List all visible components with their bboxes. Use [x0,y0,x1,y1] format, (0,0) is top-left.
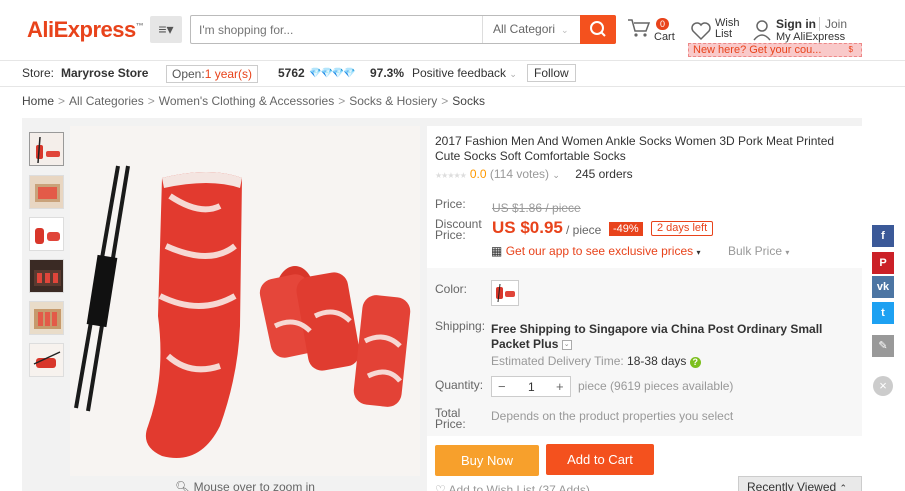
total-price-value: Depends on the product properties you se… [491,409,734,423]
rating-row: ★★★★★ 0.0 (114 votes) ⌄ 245 orders [435,167,633,181]
breadcrumb-womens-clothing[interactable]: Women's Clothing & Accessories [159,94,334,108]
caret-down-icon: ▾ [785,248,790,257]
price-unit: / piece [566,223,602,237]
total-price-label: Total Price: [435,406,466,431]
search-bar: All Categori⌄ [190,15,616,44]
breadcrumb-socks-hosiery[interactable]: Socks & Hosiery [349,94,437,108]
twitter-share-icon[interactable]: t [872,302,894,324]
store-bar: Store: Maryrose Store Open:1 year(s) 576… [0,60,905,87]
store-name[interactable]: Maryrose Store [61,66,148,80]
heart-icon[interactable] [690,21,712,44]
search-button[interactable] [580,15,616,44]
shipping-dropdown-icon[interactable]: ⌄ [561,339,572,350]
join-link[interactable]: Join [819,17,848,31]
days-left-badge: 2 days left [651,221,714,236]
breadcrumb-socks[interactable]: Socks [452,94,485,108]
coupon-mark: $ [848,45,853,54]
discount-price: US $0.95 [492,218,563,237]
original-price: US $1.86 / piece [492,201,581,215]
thumbnail-6[interactable] [29,343,64,377]
chevron-down-icon: ⌄ [561,25,569,35]
qr-code-icon: ▦ [491,244,503,258]
thumbnail-4[interactable] [29,259,64,293]
price-label: Price: [435,197,466,211]
rating-score: 0.0 [469,167,487,181]
chevron-up-icon: ⌃ [839,483,848,491]
zoom-hint: 🔍︎ Mouse over to zoom in [70,480,420,491]
store-label: Store: [22,66,55,80]
orders-count: 245 orders [575,167,633,181]
zoom-icon: 🔍︎ [175,480,191,491]
votes-link[interactable]: (114 votes) ⌄ [490,167,560,181]
category-menu-button[interactable]: ≡▾ [150,16,182,43]
quantity-input[interactable]: 1 [528,380,535,394]
shipping-text: Free Shipping to Singapore via China Pos… [491,322,823,351]
breadcrumb-all-categories[interactable]: All Categories [69,94,144,108]
my-aliexpress-link[interactable]: My AliExpress [776,31,845,43]
discount-price-label: Discount Price: [435,217,482,242]
recently-viewed-tab[interactable]: Recently Viewed ⌃ [738,476,862,491]
delivery-estimate: Estimated Delivery Time: 18-38 days ? [491,354,701,368]
follow-store-button[interactable]: Follow [527,64,576,82]
app-exclusive-link[interactable]: ▦ Get our app to see exclusive prices ▾ [491,244,700,258]
store-open-badge: Open:1 year(s) [166,65,259,83]
facebook-share-icon[interactable]: f [872,225,894,247]
cart-icon[interactable] [627,18,651,41]
quantity-label: Quantity: [435,378,484,392]
vk-share-icon[interactable]: vk [872,276,894,298]
breadcrumb-home[interactable]: Home [22,94,54,108]
caret-down-icon: ▾ [696,248,701,257]
top-header: AliExpress™ ≡▾ All Categori⌄ 0 Cart Wish… [0,0,905,60]
breadcrumb: Home > All Categories > Women's Clothing & A… [22,94,485,108]
account-links: Sign in Join [776,17,848,31]
color-swatch[interactable] [491,280,519,306]
buy-now-button[interactable]: Buy Now [435,445,539,476]
product-title: 2017 Fashion Men And Women Ankle Socks W… [435,134,835,163]
thumbnail-5[interactable] [29,301,64,335]
quantity-stepper: − 1 + [491,376,571,397]
color-label: Color: [435,282,468,296]
new-user-coupon-banner[interactable]: New here? Get your cou... $ [688,43,862,57]
heart-icon: ♡ [435,483,446,491]
search-icon [590,21,606,37]
edit-feedback-icon[interactable]: ✎ [872,335,894,357]
thumbnail-1[interactable] [29,132,64,166]
aliexpress-logo[interactable]: AliExpress™ [27,17,144,43]
feedback-percentage: 97.3% [370,66,405,80]
search-input[interactable] [199,21,469,39]
diamond-rank-icon: 💎💎💎💎 [309,68,356,79]
pinterest-share-icon[interactable]: P [872,252,894,274]
thumbnail-3[interactable] [29,217,64,251]
close-icon[interactable]: × [873,376,893,396]
bulk-price-dropdown[interactable]: Bulk Price ▾ [728,244,789,258]
chevron-down-icon: ⌄ [509,69,517,79]
increase-quantity-button[interactable]: + [556,379,564,394]
cart-label[interactable]: Cart [654,31,676,43]
store-score[interactable]: 5762 [278,66,305,80]
sign-in-link[interactable]: Sign in [776,17,816,31]
cart-count-badge: 0 [656,18,670,30]
shipping-info: Free Shipping to Singapore via China Pos… [491,322,856,352]
chevron-down-icon: ⌄ [552,170,560,180]
positive-feedback-link[interactable]: Positive feedback ⌄ [412,66,517,80]
decrease-quantity-button[interactable]: − [498,379,506,394]
add-to-cart-button[interactable]: Add to Cart [546,444,654,475]
category-select[interactable]: All Categori ⌄ [482,16,578,43]
user-icon[interactable] [752,19,772,44]
quantity-available: piece (9619 pieces available) [578,379,734,393]
shipping-label: Shipping: [435,319,486,333]
wish-list-link[interactable]: Wish List [715,18,745,40]
help-icon[interactable]: ? [689,357,701,368]
menu-icon: ≡▾ [158,21,174,37]
discount-badge: -49% [609,222,643,236]
main-product-image[interactable] [70,126,420,476]
thumbnail-2[interactable] [29,175,64,209]
add-to-wishlist-link[interactable]: ♡ Add to Wish List (37 Adds) [435,483,590,491]
star-rating-icon: ★★★★★ [435,171,467,180]
